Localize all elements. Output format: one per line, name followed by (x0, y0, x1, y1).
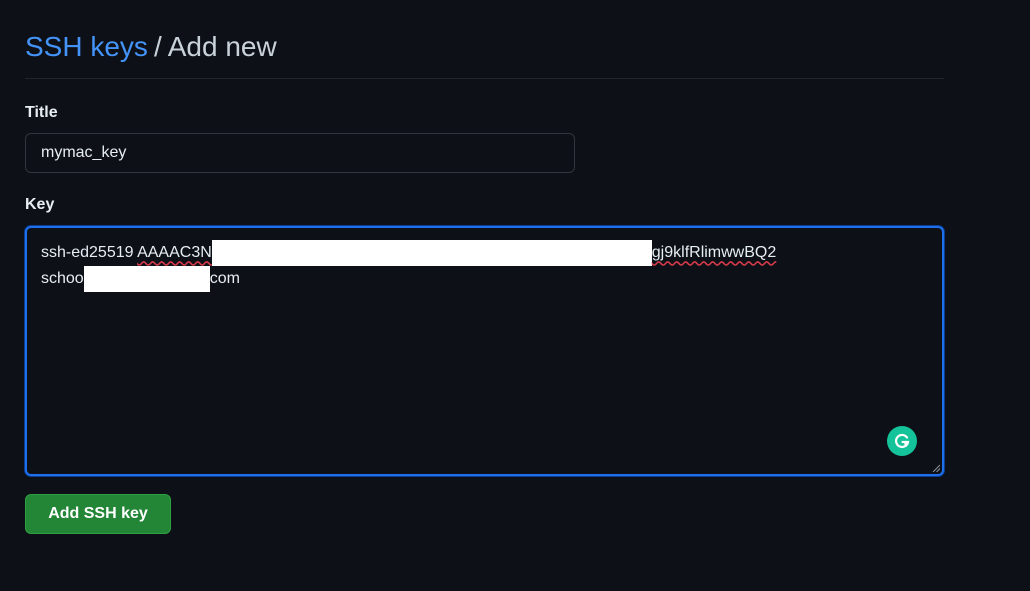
key-type: ssh-ed25519 (41, 244, 134, 262)
key-data-end: gj9klfRlimwwBQ2 (651, 244, 777, 262)
key-label: Key (25, 196, 55, 213)
redaction-box (211, 240, 652, 266)
breadcrumb: SSH keys / Add new (25, 29, 944, 65)
grammarly-g-glyph (895, 433, 910, 449)
add-ssh-key-button[interactable]: Add SSH key (25, 494, 171, 534)
breadcrumb-ssh-keys-link[interactable]: SSH keys (25, 31, 148, 62)
key-textarea[interactable]: ssh-ed25519 AAAAC3N gj9klfRlimwwBQ2 schoo… (25, 226, 944, 476)
key-text-line-2: schoo com (41, 266, 240, 292)
redaction-box (83, 266, 210, 292)
breadcrumb-separator: / (153, 31, 162, 62)
key-comment-start: schoo (41, 270, 84, 288)
title-label: Title (25, 104, 58, 121)
key-text-line-1: ssh-ed25519 AAAAC3N gj9klfRlimwwBQ2 (41, 240, 776, 266)
page: SSH keys/Add new Title Key ssh-ed25519 A… (0, 0, 1030, 591)
key-comment-end: com (209, 270, 240, 288)
title-input[interactable] (25, 133, 575, 173)
grammarly-icon[interactable] (887, 426, 917, 456)
key-data-start: AAAAC3N (137, 244, 212, 262)
resize-handle-icon[interactable] (932, 464, 940, 472)
page-header: SSH keys / Add new (25, 29, 944, 79)
page-title: Add new (167, 31, 277, 62)
